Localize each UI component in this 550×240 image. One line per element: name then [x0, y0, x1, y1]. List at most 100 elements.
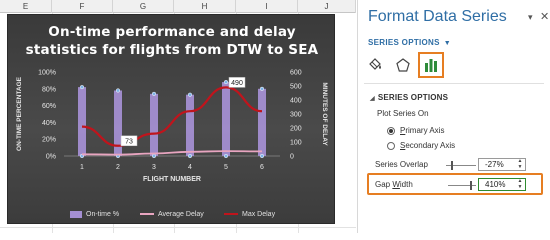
chart-plot-area[interactable]: 0% 20% 40% 60% 80% 100% 0 100 200 300 400 500 600 ON-… [8, 15, 336, 225]
pane-options-dropdown-icon[interactable]: ▾ [528, 12, 533, 23]
column-header-i[interactable]: I [236, 0, 298, 13]
y-tick-label: 40% [42, 120, 56, 127]
tab-effects[interactable] [390, 52, 416, 78]
x-tick-label: 2 [116, 164, 120, 171]
y2-tick-label: 500 [290, 84, 302, 91]
collapse-triangle-icon: ◢ [370, 96, 375, 102]
primary-axis-label: Primary Axis [400, 126, 445, 135]
y-tick-label: 100% [38, 70, 56, 77]
x-tick-label: 6 [260, 164, 264, 171]
legend-line-swatch [224, 212, 238, 216]
secondary-axis-label: Secondary Axis [400, 141, 456, 150]
y-tick-label: 20% [42, 137, 56, 144]
selection-handle[interactable] [151, 91, 157, 96]
x-tick-label: 1 [80, 164, 84, 171]
selection-handle[interactable] [223, 153, 229, 159]
gap-width-slider-thumb[interactable] [470, 181, 472, 190]
primary-axis-radio[interactable]: Primary Axis [387, 126, 444, 135]
x-tick-label: 3 [152, 164, 156, 171]
y2-tick-label: 400 [290, 98, 302, 105]
bar-on-time[interactable] [78, 87, 86, 156]
bar-on-time[interactable] [258, 88, 266, 156]
selection-handle[interactable] [151, 153, 157, 159]
plot-series-on-label: Plot Series On [377, 109, 429, 118]
column-header-row: E F G H I J [0, 0, 356, 13]
legend-label: Average Delay [158, 210, 204, 218]
pentagon-icon [396, 58, 410, 72]
close-icon[interactable]: ✕ [540, 10, 549, 23]
y2-tick-label: 300 [290, 112, 302, 119]
legend-line-swatch [140, 212, 154, 216]
line-average-delay[interactable] [81, 150, 263, 156]
x-tick-label: 4 [188, 164, 192, 171]
spinner-arrows[interactable]: ▲ ▼ [516, 158, 524, 171]
selection-handle[interactable] [79, 85, 85, 90]
column-header-e[interactable]: E [0, 0, 52, 13]
section-series-options[interactable]: ◢ SERIES OPTIONS [370, 93, 448, 102]
series-overlap-slider-thumb[interactable] [451, 161, 453, 170]
series-overlap-spinner[interactable]: -27% ▲ ▼ [478, 158, 526, 171]
selection-handle[interactable] [259, 153, 265, 159]
y2-tick-label: 600 [290, 70, 302, 77]
gridline [0, 227, 356, 228]
legend-label: On-time % [86, 210, 120, 218]
tab-series-options[interactable] [418, 52, 444, 78]
y2-tick-label: 0 [290, 154, 294, 161]
tab-fill-line[interactable] [362, 52, 388, 78]
legend-item-on-time[interactable]: On-time % [70, 207, 119, 221]
series-overlap-label: Series Overlap [375, 160, 428, 169]
spin-down-icon[interactable]: ▼ [516, 184, 524, 191]
selection-handle[interactable] [187, 92, 193, 97]
chevron-down-icon: ▼ [443, 40, 452, 47]
secondary-axis-radio[interactable]: Secondary Axis [387, 141, 455, 150]
spinner-arrows[interactable]: ▲ ▼ [516, 178, 524, 191]
column-header-g[interactable]: G [113, 0, 174, 13]
section-label: SERIES OPTIONS [377, 93, 449, 102]
x-tick-label: 5 [224, 164, 228, 171]
series-overlap-value: -27% [485, 160, 504, 169]
gap-width-value: 410% [485, 180, 506, 189]
gap-width-label: Gap Width [375, 180, 413, 189]
line-max-delay[interactable] [81, 86, 263, 147]
bar-chart-icon [425, 59, 437, 72]
radio-button[interactable] [387, 141, 395, 150]
radio-button[interactable] [387, 126, 395, 135]
paint-bucket-icon [369, 58, 381, 70]
spin-down-icon[interactable]: ▼ [516, 164, 524, 171]
selection-handle[interactable] [187, 153, 193, 159]
y2-axis-title: MINUTES OF DELAY [321, 82, 328, 146]
y-tick-label: 80% [42, 86, 56, 93]
y2-tick-label: 100 [290, 140, 302, 147]
series-options-dropdown[interactable]: SERIES OPTIONS ▼ [368, 38, 451, 47]
column-header-j[interactable]: J [298, 0, 356, 13]
legend-item-average-delay[interactable]: Average Delay [140, 207, 204, 221]
data-label: 73 [125, 138, 133, 145]
chart-legend[interactable]: On-time % Average Delay Max Delay [8, 207, 336, 221]
pane-title: Format Data Series [368, 8, 507, 25]
y-tick-label: 0% [46, 154, 56, 161]
radio-dot [389, 128, 393, 133]
format-data-series-pane: Format Data Series ▾ ✕ SERIES OPTIONS▼ [357, 0, 550, 233]
legend-item-max-delay[interactable]: Max Delay [224, 207, 275, 221]
series-options-label: SERIES OPTIONS [368, 38, 440, 47]
legend-bar-swatch [70, 210, 82, 218]
column-header-h[interactable]: H [174, 0, 236, 13]
column-header-f[interactable]: F [52, 0, 113, 13]
gap-width-spinner[interactable]: 410% ▲ ▼ [478, 178, 526, 191]
selection-handle[interactable] [115, 88, 121, 93]
y2-tick-label: 200 [290, 126, 302, 133]
legend-label: Max Delay [242, 210, 276, 218]
selection-handle[interactable] [223, 80, 229, 85]
selection-handle[interactable] [259, 86, 265, 91]
divider [364, 83, 544, 84]
bar-on-time[interactable] [186, 94, 194, 156]
worksheet: E F G H I J On-time performance and dela… [0, 0, 356, 233]
data-label: 490 [231, 80, 243, 87]
bar-on-time[interactable] [150, 93, 158, 156]
y-tick-label: 60% [42, 103, 56, 110]
y-axis-title: ON-TIME PERCENTAGE [16, 76, 23, 151]
x-axis-title: FLIGHT NUMBER [143, 176, 201, 183]
bar-on-time[interactable] [222, 82, 230, 156]
combo-chart[interactable]: On-time performance and delay statistics… [7, 14, 335, 224]
excel-window: E F G H I J On-time performance and dela… [0, 0, 550, 233]
